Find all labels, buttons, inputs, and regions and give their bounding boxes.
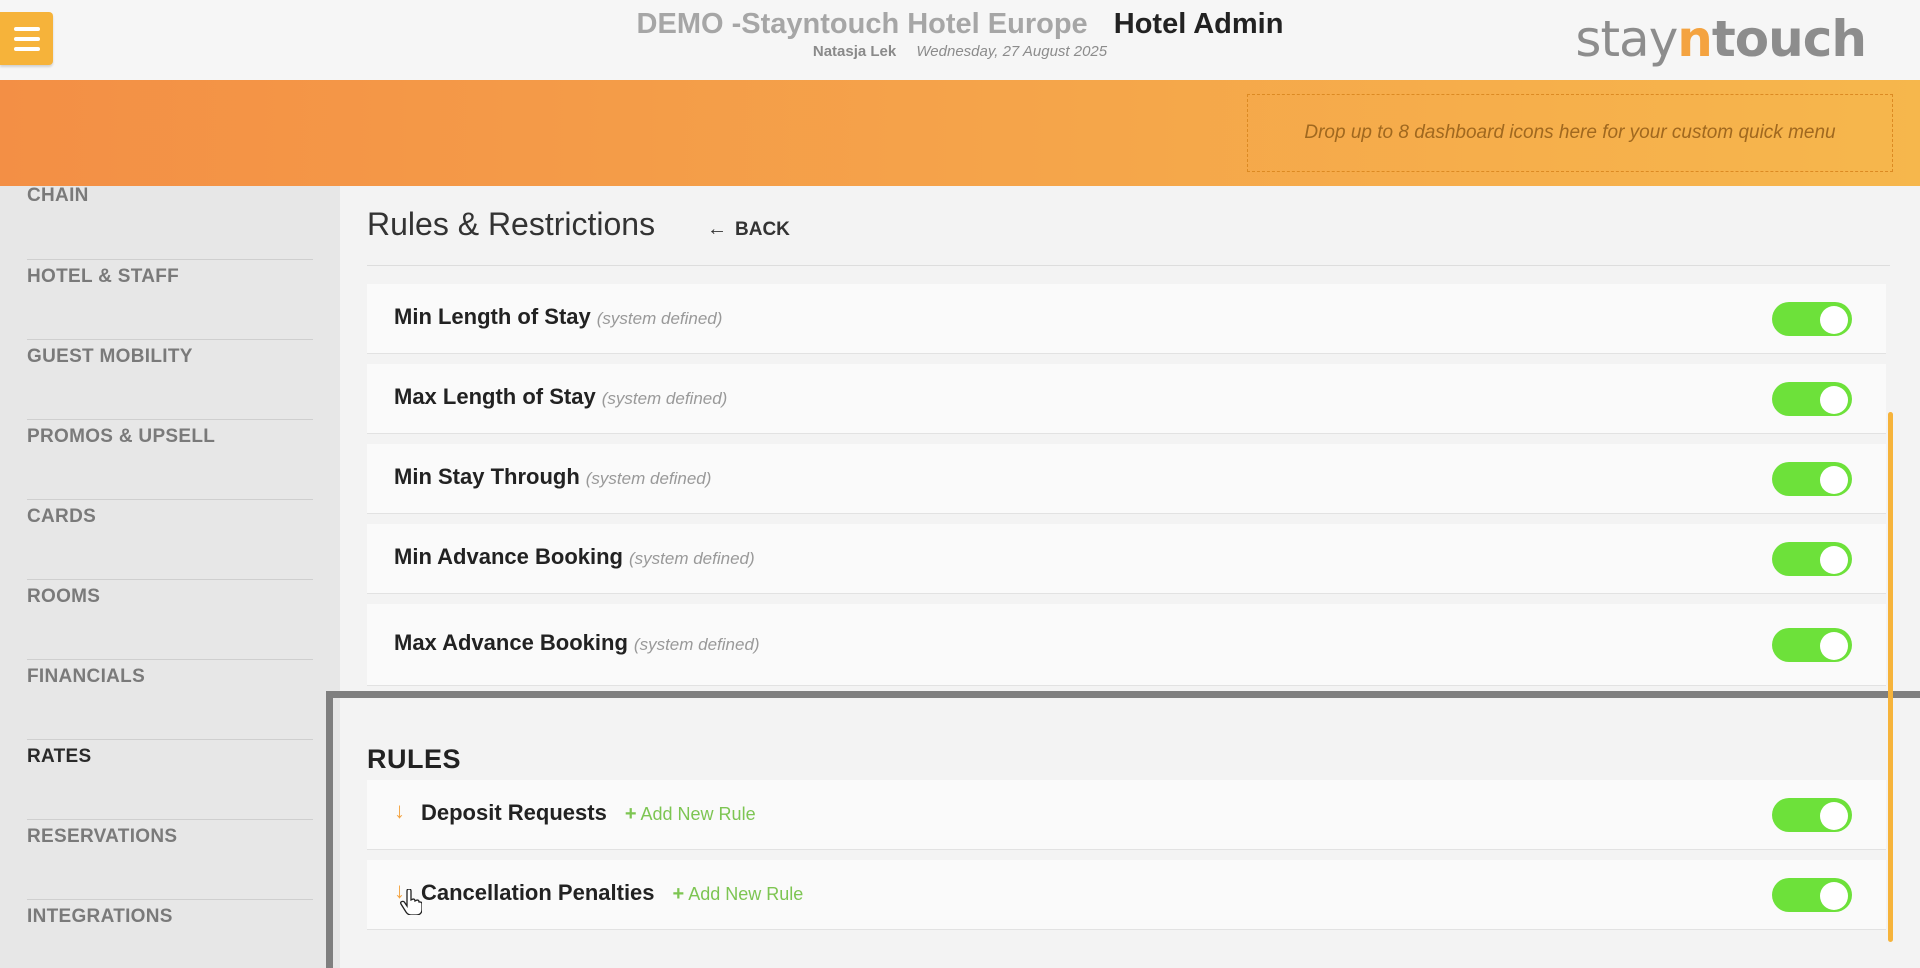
system-defined-note: (system defined): [596, 309, 723, 328]
hotel-name: DEMO -Stayntouch Hotel Europe: [636, 8, 1088, 40]
hand-pointer-icon: [400, 889, 422, 915]
system-defined-note: (system defined): [628, 549, 755, 568]
app-name: Hotel Admin: [1113, 8, 1284, 40]
back-label: BACK: [735, 218, 790, 240]
plus-icon: +: [624, 803, 637, 825]
rule-toggle[interactable]: [1772, 878, 1852, 912]
restriction-row: Min Stay Through (system defined): [367, 444, 1886, 514]
restriction-label: Max Length of Stay: [394, 384, 596, 409]
sidebar-item-rates[interactable]: RATES: [27, 740, 313, 820]
user-name: Natasja Lek: [812, 43, 897, 60]
scrollbar[interactable]: [1888, 412, 1893, 942]
sidebar-item-chain[interactable]: CHAIN: [27, 180, 313, 260]
restriction-row: Min Advance Booking (system defined): [367, 524, 1886, 594]
main-content: Rules & Restrictions ← BACK Min Length o…: [340, 186, 1920, 968]
sidebar: CHAIN HOTEL & STAFF GUEST MOBILITY PROMO…: [0, 185, 340, 968]
rule-label: Cancellation Penalties: [421, 880, 655, 905]
quick-menu-dropzone[interactable]: Drop up to 8 dashboard icons here for yo…: [1247, 94, 1893, 172]
system-defined-note: (system defined): [601, 389, 728, 408]
top-bar: DEMO -Stayntouch Hotel Europe Hotel Admi…: [0, 0, 1920, 80]
sidebar-item-cards[interactable]: CARDS: [27, 500, 313, 580]
restriction-row: Max Length of Stay (system defined): [367, 364, 1886, 434]
back-button[interactable]: ← BACK: [707, 218, 790, 241]
sidebar-item-integrations[interactable]: INTEGRATIONS: [27, 900, 313, 968]
rule-row-deposit-requests: ↓ Deposit Requests + Add New Rule: [367, 780, 1886, 850]
restriction-toggle[interactable]: [1772, 382, 1852, 416]
restriction-label: Min Length of Stay: [394, 304, 591, 329]
restriction-toggle[interactable]: [1772, 462, 1852, 496]
arrow-left-icon: ←: [707, 218, 727, 240]
system-defined-note: (system defined): [585, 469, 712, 488]
restriction-toggle[interactable]: [1772, 302, 1852, 336]
add-new-rule-link[interactable]: + Add New Rule: [625, 803, 756, 826]
restriction-label: Max Advance Booking: [394, 630, 628, 655]
chevron-double-down-icon[interactable]: ↓: [394, 798, 405, 824]
rule-toggle[interactable]: [1772, 798, 1852, 832]
system-defined-note: (system defined): [633, 635, 760, 654]
rule-row-cancellation-penalties: ↓ Cancellation Penalties + Add New Rule: [367, 860, 1886, 930]
sidebar-item-reservations[interactable]: RESERVATIONS: [27, 820, 313, 900]
page-title: Rules & Restrictions: [367, 206, 656, 242]
stayntouch-logo: stayntouch: [1575, 10, 1867, 68]
sidebar-item-promos-upsell[interactable]: PROMOS & UPSELL: [27, 420, 313, 500]
plus-icon: +: [672, 883, 685, 905]
restriction-label: Min Advance Booking: [394, 544, 623, 569]
restriction-row: Max Advance Booking (system defined): [367, 604, 1886, 686]
quick-menu-banner: Drop up to 8 dashboard icons here for yo…: [0, 80, 1920, 186]
rule-label: Deposit Requests: [421, 800, 607, 825]
sidebar-item-financials[interactable]: FINANCIALS: [27, 660, 313, 740]
sidebar-item-hotel-staff[interactable]: HOTEL & STAFF: [27, 260, 313, 340]
rules-heading: RULES: [367, 744, 462, 774]
restriction-toggle[interactable]: [1772, 542, 1852, 576]
business-date: Wednesday, 27 August 2025: [916, 43, 1108, 60]
restriction-label: Min Stay Through: [394, 464, 580, 489]
sidebar-item-guest-mobility[interactable]: GUEST MOBILITY: [27, 340, 313, 420]
restriction-row: Min Length of Stay (system defined): [367, 284, 1886, 354]
page-header: Rules & Restrictions ← BACK: [367, 186, 1890, 266]
sidebar-item-rooms[interactable]: ROOMS: [27, 580, 313, 660]
restriction-toggle[interactable]: [1772, 628, 1852, 662]
add-new-rule-link[interactable]: + Add New Rule: [673, 883, 804, 906]
